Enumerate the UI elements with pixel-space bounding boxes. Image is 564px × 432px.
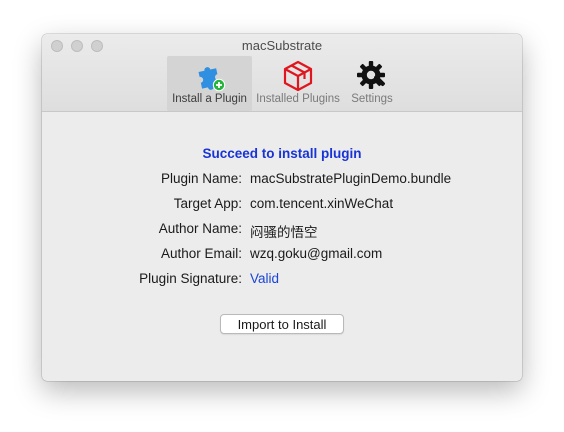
info-row-author-name: Author Name: 闷骚的悟空: [42, 221, 522, 241]
author-email-value: wzq.goku@gmail.com: [250, 246, 383, 261]
toolbar: macSubstrate Install a Plugin Installed …: [42, 34, 522, 112]
target-app-label: Target App:: [173, 196, 242, 211]
author-name-label: Author Name:: [158, 221, 242, 236]
tab-installed-plugins-label: Installed Plugins: [256, 93, 340, 105]
info-row-plugin-name: Plugin Name: macSubstratePluginDemo.bund…: [42, 171, 522, 191]
info-row-author-email: Author Email: wzq.goku@gmail.com: [42, 246, 522, 266]
app-window: macSubstrate Install a Plugin Installed …: [42, 34, 522, 381]
tab-install-plugin-label: Install a Plugin: [172, 93, 247, 105]
plugin-name-value: macSubstratePluginDemo.bundle: [250, 171, 452, 186]
plugin-signature-label: Plugin Signature:: [139, 271, 242, 286]
tab-installed-plugins[interactable]: Installed Plugins: [254, 56, 342, 111]
author-email-label: Author Email:: [160, 246, 242, 261]
window-title: macSubstrate: [241, 38, 323, 53]
tab-settings-label: Settings: [351, 93, 393, 105]
plugin-signature-value[interactable]: Valid: [250, 271, 279, 286]
puzzle-add-icon: [198, 67, 225, 92]
tab-install-plugin[interactable]: Install a Plugin: [167, 56, 252, 111]
info-row-plugin-signature: Plugin Signature: Valid: [42, 271, 522, 291]
gear-wrench-icon: [357, 61, 385, 89]
info-row-target-app: Target App: com.tencent.xinWeChat: [42, 196, 522, 216]
status-headline: Succeed to install plugin: [202, 146, 362, 161]
install-result-panel: Succeed to install plugin Plugin Name: m…: [42, 112, 522, 381]
target-app-value: com.tencent.xinWeChat: [250, 196, 394, 211]
plugin-name-label: Plugin Name:: [160, 171, 242, 186]
box-icon: [283, 60, 313, 92]
import-to-install-button[interactable]: Import to Install: [220, 314, 344, 334]
tab-settings[interactable]: Settings: [344, 56, 400, 111]
author-name-value: 闷骚的悟空: [250, 225, 318, 240]
